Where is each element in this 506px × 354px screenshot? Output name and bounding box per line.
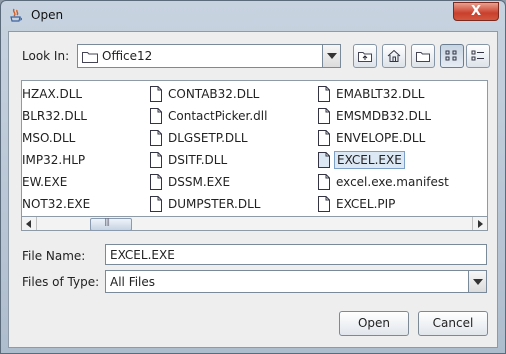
cancel-button[interactable]: Cancel bbox=[418, 311, 488, 336]
open-dialog-window: Open X Look In: Office12 HZAX.DLL BLR32.… bbox=[0, 0, 506, 354]
look-in-label: Look In: bbox=[22, 49, 70, 63]
file-icon bbox=[318, 130, 330, 146]
file-icon bbox=[318, 174, 330, 190]
scrollbar-thumb[interactable] bbox=[90, 217, 132, 231]
scroll-left-icon[interactable] bbox=[22, 217, 37, 230]
title-bar[interactable]: Open X bbox=[1, 1, 505, 31]
close-button[interactable]: X bbox=[453, 2, 499, 21]
open-button[interactable]: Open bbox=[339, 311, 409, 336]
chevron-down-icon[interactable] bbox=[468, 271, 486, 292]
details-view-button[interactable] bbox=[466, 44, 490, 68]
up-folder-button[interactable] bbox=[353, 44, 377, 68]
file-icon bbox=[150, 152, 162, 168]
list-view-button[interactable] bbox=[440, 44, 464, 68]
file-name-value: EXCEL.EXE bbox=[110, 248, 175, 262]
file-icon bbox=[150, 130, 162, 146]
new-folder-icon bbox=[416, 52, 430, 62]
file-list[interactable]: HZAX.DLL BLR32.DLL MSO.DLL IMP32.HLP EW.… bbox=[21, 80, 488, 230]
file-icon bbox=[318, 152, 330, 168]
file-icon bbox=[150, 174, 162, 190]
horizontal-scrollbar[interactable] bbox=[21, 216, 488, 231]
java-app-icon bbox=[10, 8, 22, 22]
window-title: Open bbox=[31, 8, 64, 22]
home-icon bbox=[387, 49, 401, 62]
folder-icon bbox=[82, 52, 98, 63]
new-folder-button[interactable] bbox=[411, 44, 435, 68]
file-name-label: File Name: bbox=[22, 249, 86, 263]
file-icon bbox=[150, 86, 162, 102]
dialog-body: Look In: Office12 HZAX.DLL BLR32.DLL MSO… bbox=[8, 31, 498, 348]
list-view-icon bbox=[445, 50, 457, 61]
chevron-down-icon[interactable] bbox=[322, 45, 340, 67]
file-icon bbox=[318, 196, 330, 212]
file-name-field[interactable]: EXCEL.EXE bbox=[105, 244, 487, 265]
look-in-value: Office12 bbox=[102, 49, 153, 63]
look-in-combo[interactable]: Office12 bbox=[77, 44, 341, 68]
scroll-right-icon[interactable] bbox=[472, 217, 487, 230]
details-view-icon bbox=[471, 50, 484, 61]
files-of-type-combo[interactable]: All Files bbox=[105, 270, 487, 293]
file-icon bbox=[318, 108, 330, 124]
file-icon bbox=[318, 86, 330, 102]
up-folder-icon bbox=[358, 52, 372, 62]
file-icon bbox=[150, 108, 162, 124]
files-of-type-label: Files of Type: bbox=[22, 275, 100, 289]
file-icon bbox=[150, 196, 162, 212]
home-button[interactable] bbox=[382, 44, 406, 68]
files-of-type-value: All Files bbox=[110, 275, 156, 289]
